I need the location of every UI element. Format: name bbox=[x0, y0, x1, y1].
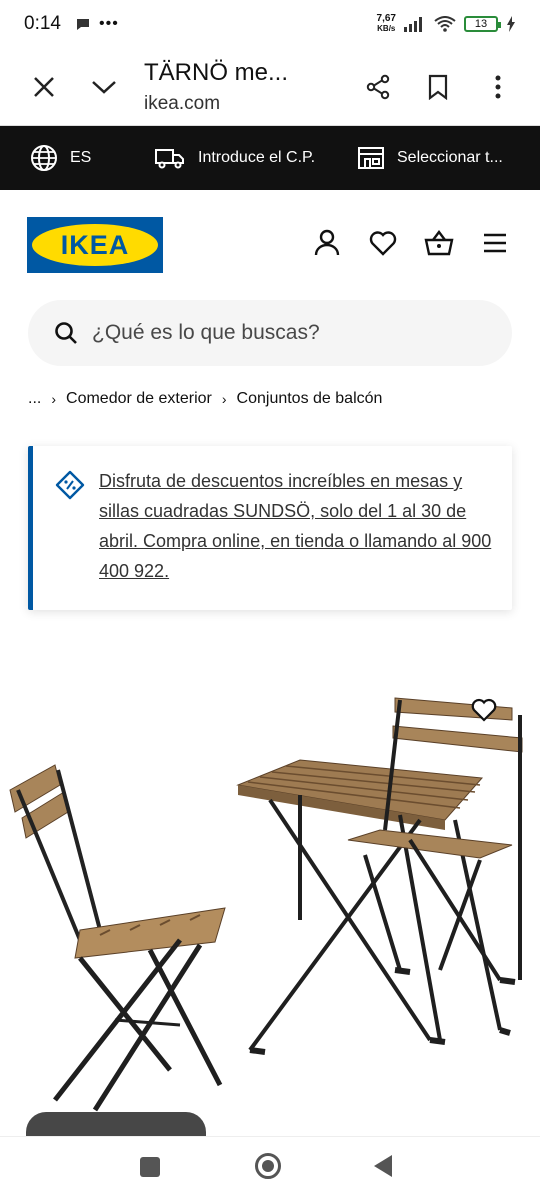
page-title: TÄRNÖ me... bbox=[144, 58, 289, 86]
promo-link[interactable]: Disfruta de descuentos increíbles en mes… bbox=[99, 466, 499, 586]
battery-indicator: 13 bbox=[464, 16, 501, 32]
search-icon bbox=[55, 322, 77, 344]
globe-icon bbox=[31, 145, 57, 171]
favourites-button[interactable] bbox=[368, 228, 398, 258]
page-url: ikea.com bbox=[144, 92, 221, 114]
user-icon bbox=[314, 229, 340, 256]
ikea-logo[interactable]: IKEA bbox=[27, 217, 163, 273]
language-selector[interactable]: ES bbox=[30, 144, 91, 172]
postcode-selector[interactable]: Introduce el C.P. bbox=[154, 146, 315, 170]
promo-banner: Disfruta de descuentos increíbles en mes… bbox=[28, 446, 512, 610]
store-selector[interactable]: Seleccionar t... bbox=[357, 145, 532, 171]
discount-tag-icon bbox=[55, 470, 85, 500]
language-label: ES bbox=[70, 149, 92, 166]
system-nav-bar bbox=[0, 1136, 540, 1200]
truck-icon bbox=[155, 149, 184, 169]
add-to-favourites-button[interactable] bbox=[468, 694, 500, 726]
browser-toolbar: TÄRNÖ me... ikea.com bbox=[0, 48, 540, 126]
menu-icon bbox=[484, 233, 506, 253]
menu-button[interactable] bbox=[480, 228, 510, 258]
recents-button[interactable] bbox=[140, 1157, 160, 1177]
heart-icon bbox=[369, 231, 397, 256]
breadcrumb-item-conjuntos[interactable]: Conjuntos de balcón bbox=[237, 390, 383, 408]
basket-button[interactable] bbox=[424, 228, 454, 258]
chat-bubble-icon bbox=[76, 19, 89, 30]
store-icon bbox=[358, 147, 384, 169]
chevron-down-icon bbox=[92, 80, 116, 94]
page-info[interactable]: TÄRNÖ me... ikea.com bbox=[134, 59, 348, 115]
more-notifications-icon: ••• bbox=[98, 15, 119, 32]
heart-icon bbox=[471, 698, 497, 722]
more-options-button[interactable] bbox=[468, 57, 528, 117]
basket-icon bbox=[424, 230, 454, 256]
account-button[interactable] bbox=[312, 228, 342, 258]
store-label: Seleccionar t... bbox=[397, 149, 503, 166]
close-icon bbox=[34, 76, 54, 97]
breadcrumb-item-comedor[interactable]: Comedor de exterior bbox=[66, 390, 212, 408]
bookmark-button[interactable] bbox=[408, 57, 468, 117]
expand-button[interactable] bbox=[74, 57, 134, 117]
status-bar: 0:14 ••• 7,67 KB/s 13 bbox=[0, 0, 540, 48]
signal-icon bbox=[404, 17, 422, 32]
product-photo bbox=[9, 697, 523, 1112]
postcode-label: Introduce el C.P. bbox=[198, 149, 316, 166]
share-icon bbox=[366, 74, 390, 99]
search-placeholder: ¿Qué es lo que buscas? bbox=[92, 321, 320, 344]
utility-bar: ES Introduce el C.P. Seleccionar t... bbox=[0, 126, 540, 190]
search-input[interactable]: ¿Qué es lo que buscas? bbox=[28, 300, 512, 366]
bookmark-icon bbox=[428, 74, 448, 100]
site-header: IKEA bbox=[0, 190, 540, 290]
product-image[interactable] bbox=[0, 640, 540, 1140]
home-button[interactable] bbox=[255, 1153, 281, 1179]
chair-left bbox=[9, 764, 226, 1112]
breadcrumb-separator: › bbox=[51, 391, 57, 407]
breadcrumb-separator: › bbox=[221, 391, 227, 407]
close-tab-button[interactable] bbox=[14, 57, 74, 117]
net-speed: 7,67 KB/s bbox=[376, 13, 396, 34]
breadcrumb: ... › Comedor de exterior › Conjuntos de… bbox=[28, 390, 382, 408]
status-time: 0:14 bbox=[24, 13, 61, 34]
wifi-icon bbox=[434, 16, 456, 32]
back-button[interactable] bbox=[374, 1155, 392, 1177]
more-vert-icon bbox=[495, 75, 501, 98]
breadcrumb-ellipsis[interactable]: ... bbox=[28, 390, 41, 408]
table bbox=[236, 759, 511, 1055]
chair-right bbox=[347, 697, 523, 985]
share-button[interactable] bbox=[348, 57, 408, 117]
charging-icon bbox=[507, 16, 515, 32]
